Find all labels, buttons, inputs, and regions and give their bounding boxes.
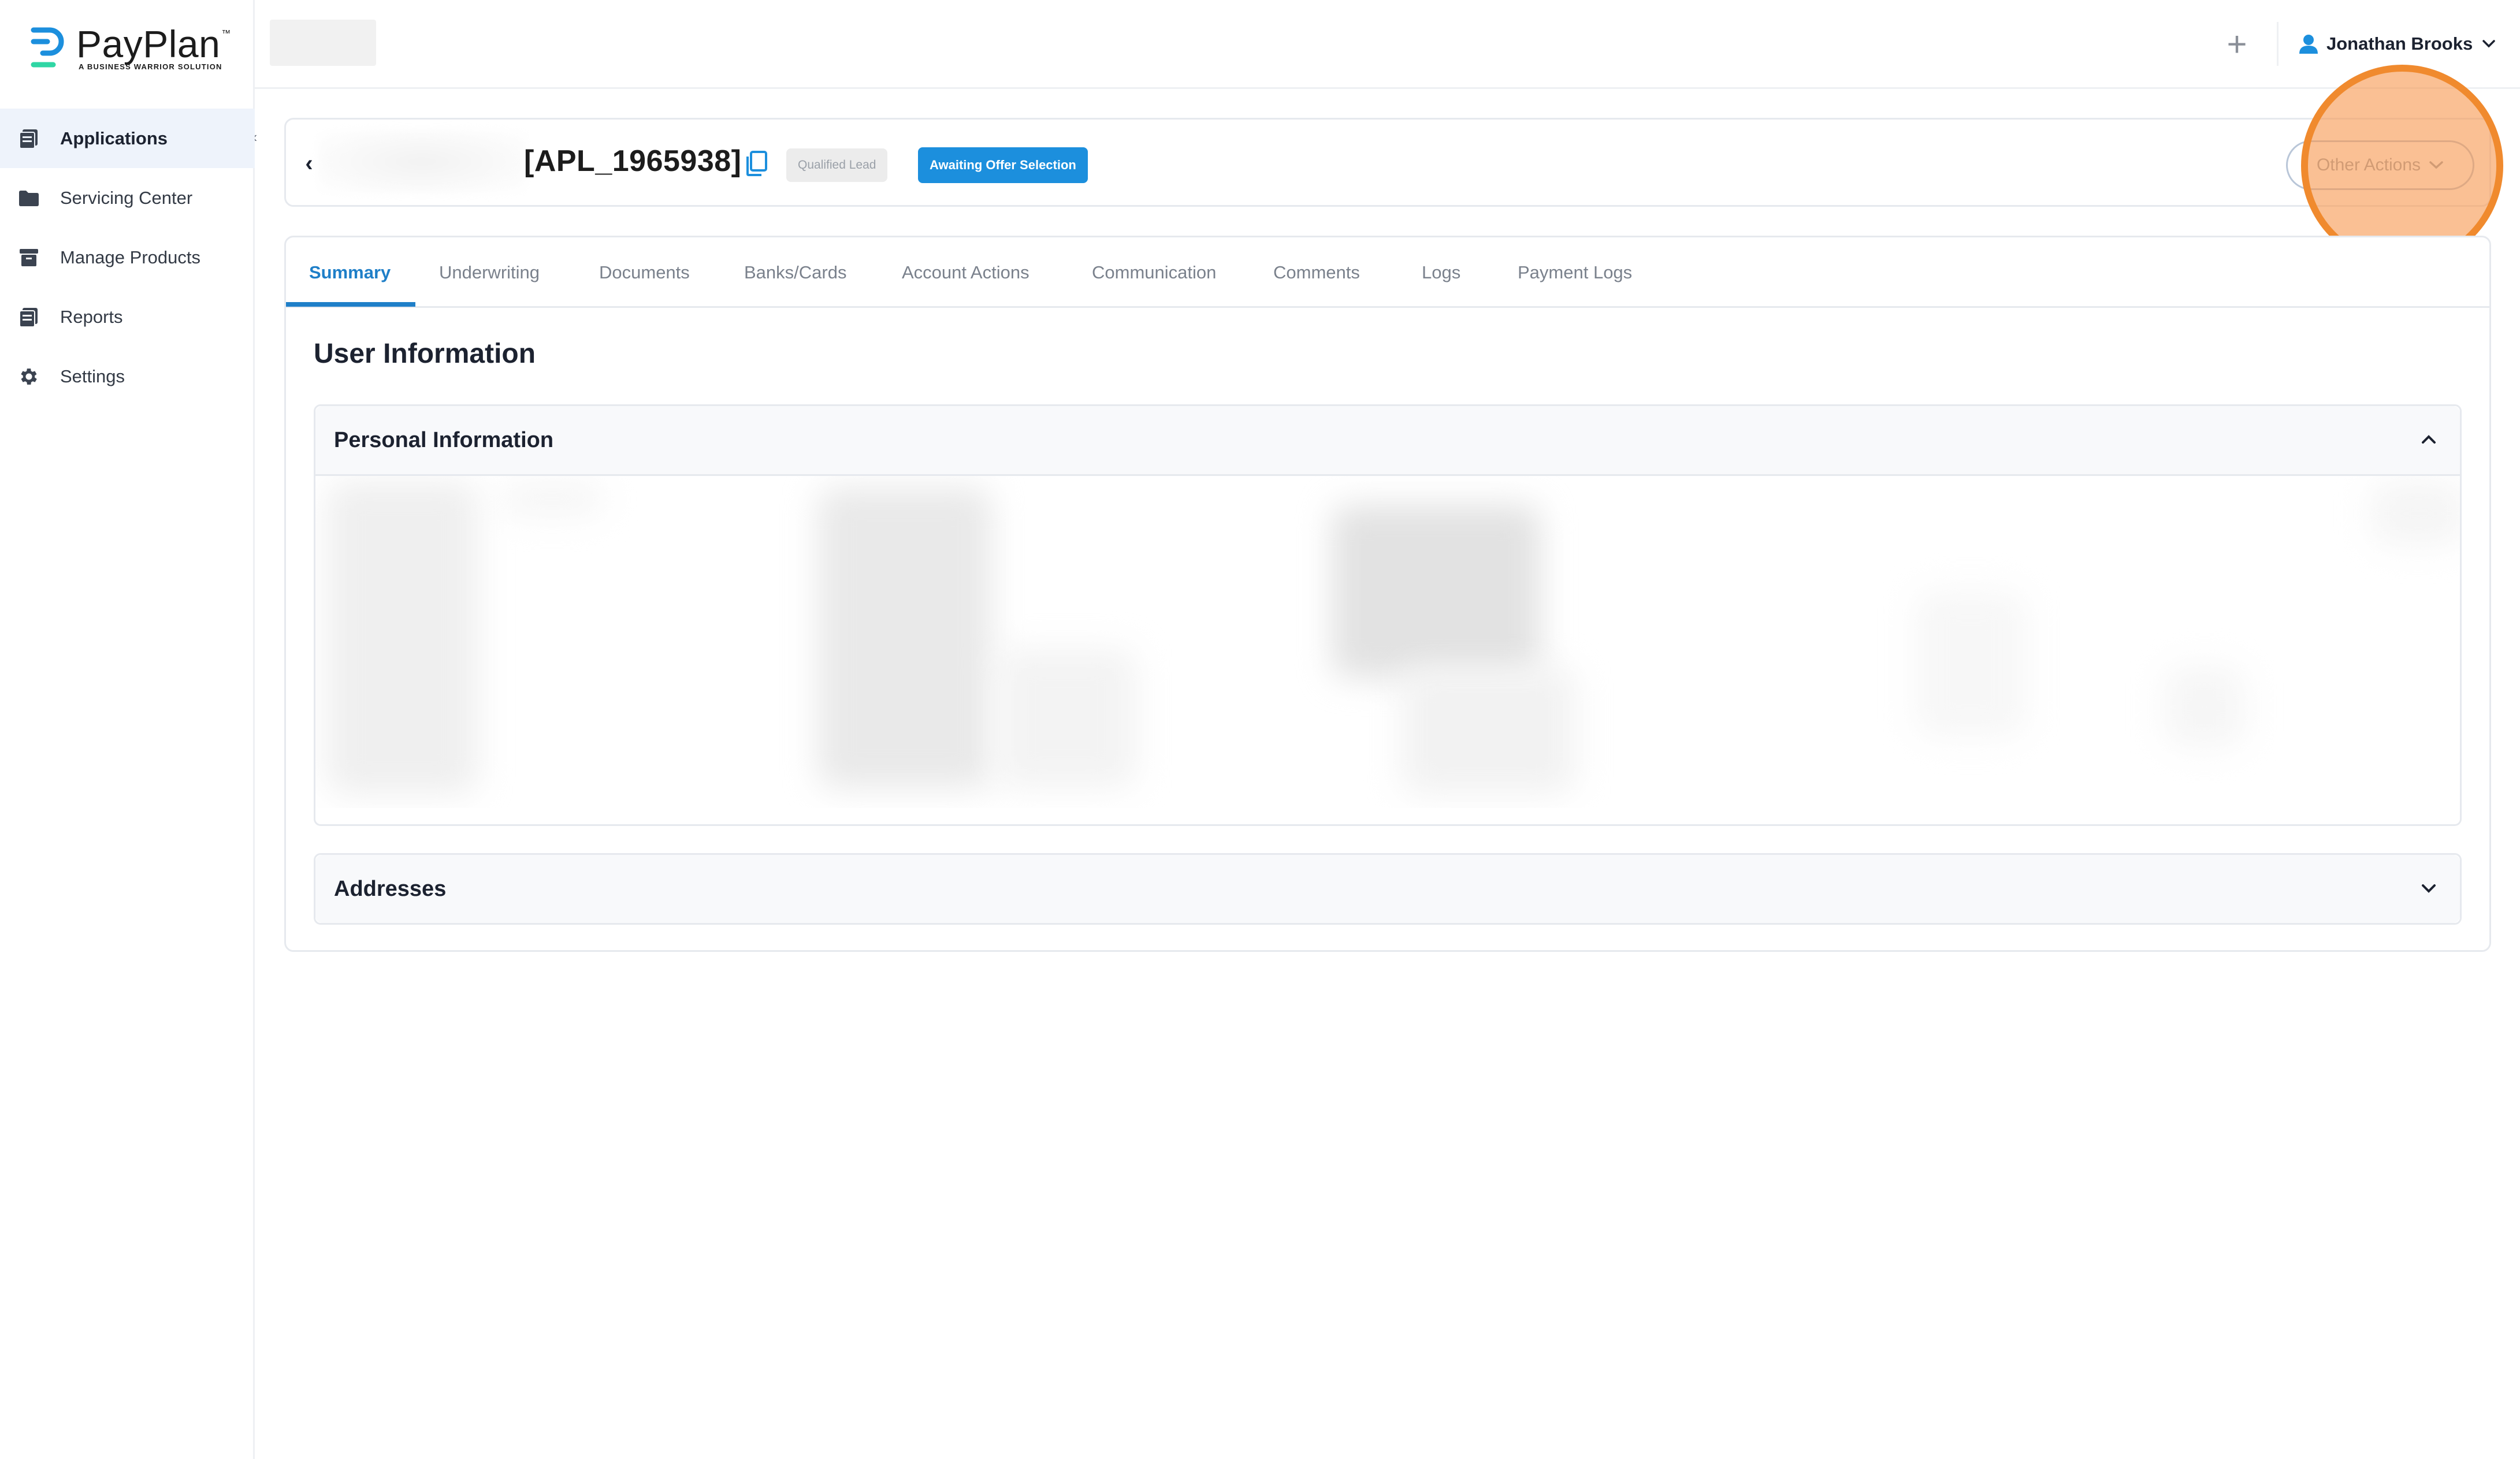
logo-trademark: ™ [221, 29, 231, 39]
sidebar-item-label: Manage Products [60, 247, 200, 267]
sidebar: PayPlan™ A BUSINESS WARRIOR SOLUTION ‹ A… [0, 0, 257, 1459]
back-arrow-icon[interactable]: ‹ [298, 147, 321, 180]
application-header: ‹ [APL_1965938] Qualified Lead Awaiting … [284, 118, 2491, 207]
personal-information-panel: Personal Information [314, 404, 2462, 826]
user-avatar-icon [2299, 35, 2318, 54]
user-name: Jonathan Brooks [2326, 34, 2473, 54]
addresses-title: Addresses [334, 876, 447, 901]
sidebar-nav: Applications Servicing Center Manage Pro… [0, 109, 255, 406]
tab-underwriting[interactable]: Underwriting [439, 237, 540, 308]
sidebar-item-manage-products[interactable]: Manage Products [0, 228, 255, 287]
tab-account-actions[interactable]: Account Actions [902, 237, 1029, 308]
status-badge: Awaiting Offer Selection [918, 147, 1088, 183]
application-id: [APL_1965938] [524, 144, 742, 178]
logo-wordmark: PayPlan ™ [76, 23, 231, 65]
sidebar-item-label: Settings [60, 366, 125, 386]
sidebar-item-applications[interactable]: Applications [0, 109, 255, 168]
tab-banks-cards[interactable]: Banks/Cards [744, 237, 846, 308]
personal-information-header[interactable]: Personal Information [315, 406, 2460, 474]
tab-documents[interactable]: Documents [599, 237, 690, 308]
gear-icon [17, 365, 40, 388]
tab-summary[interactable]: Summary [309, 237, 391, 308]
applicant-name-redacted [318, 130, 526, 193]
copy-icon[interactable] [744, 150, 770, 177]
sidebar-item-label: Applications [60, 128, 168, 148]
chevron-down-icon [2429, 161, 2443, 169]
tab-comments[interactable]: Comments [1273, 237, 1360, 308]
folder-icon [17, 187, 40, 210]
other-actions-button[interactable]: Other Actions [2286, 140, 2474, 190]
top-bar: + Jonathan Brooks [255, 0, 2520, 89]
tab-logs[interactable]: Logs [1422, 237, 1460, 308]
reports-icon [17, 306, 40, 329]
tab-communication[interactable]: Communication [1092, 237, 1216, 308]
payplan-logo-mark-icon [31, 27, 64, 68]
chevron-down-icon[interactable] [2418, 878, 2439, 899]
top-bar-divider [2277, 22, 2279, 66]
archive-box-icon [17, 246, 40, 269]
top-bar-placeholder [270, 20, 376, 66]
user-menu[interactable]: Jonathan Brooks [2299, 28, 2496, 60]
application-tabs: Summary Underwriting Documents Banks/Car… [286, 237, 2489, 308]
tab-payment-logs[interactable]: Payment Logs [1518, 237, 1632, 308]
sidebar-item-reports[interactable]: Reports [0, 287, 255, 347]
personal-information-redacted-content [315, 474, 2460, 808]
personal-information-title: Personal Information [334, 427, 554, 452]
section-title: User Information [314, 338, 536, 369]
sidebar-item-settings[interactable]: Settings [0, 347, 255, 406]
sidebar-item-label: Reports [60, 306, 123, 327]
chevron-down-icon [2482, 40, 2495, 48]
lead-badge: Qualified Lead [786, 148, 888, 182]
other-actions-label: Other Actions [2316, 155, 2421, 174]
add-plus-icon[interactable]: + [2217, 24, 2257, 65]
chevron-up-icon[interactable] [2418, 429, 2439, 450]
sidebar-item-servicing-center[interactable]: Servicing Center [0, 168, 255, 228]
active-tab-underline [286, 302, 415, 307]
addresses-header[interactable]: Addresses [315, 855, 2460, 923]
payplan-logo[interactable]: PayPlan ™ A BUSINESS WARRIOR SOLUTION [30, 23, 238, 77]
application-content: Summary Underwriting Documents Banks/Car… [284, 236, 2491, 952]
applications-icon [17, 127, 40, 150]
logo-tagline: A BUSINESS WARRIOR SOLUTION [79, 62, 222, 71]
addresses-panel: Addresses [314, 853, 2462, 925]
sidebar-item-label: Servicing Center [60, 187, 193, 208]
